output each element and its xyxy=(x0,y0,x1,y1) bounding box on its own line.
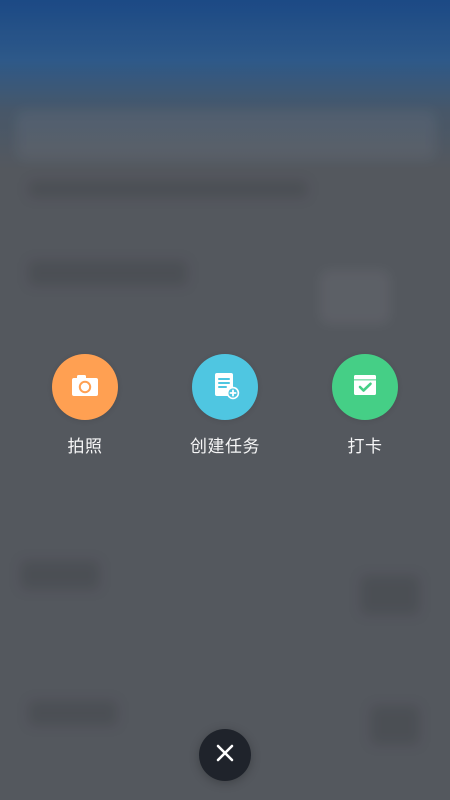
check-in-action-circle[interactable] xyxy=(332,354,398,420)
create-task-action[interactable]: 创建任务 xyxy=(165,354,285,457)
quick-actions-overlay: 拍照 创建任务 打卡 xyxy=(0,0,450,800)
camera-icon xyxy=(68,368,102,406)
close-button[interactable] xyxy=(199,729,251,781)
check-in-label: 打卡 xyxy=(347,437,383,457)
document-add-icon xyxy=(208,368,242,406)
photo-action[interactable]: 拍照 xyxy=(25,354,145,457)
close-icon xyxy=(213,741,237,769)
create-task-action-circle[interactable] xyxy=(192,354,258,420)
check-in-action[interactable]: 打卡 xyxy=(305,354,425,457)
photo-label: 拍照 xyxy=(67,437,103,457)
calendar-check-icon xyxy=(348,368,382,406)
create-task-label: 创建任务 xyxy=(190,437,260,457)
quick-actions: 拍照 创建任务 打卡 xyxy=(0,354,450,464)
photo-action-circle[interactable] xyxy=(52,354,118,420)
